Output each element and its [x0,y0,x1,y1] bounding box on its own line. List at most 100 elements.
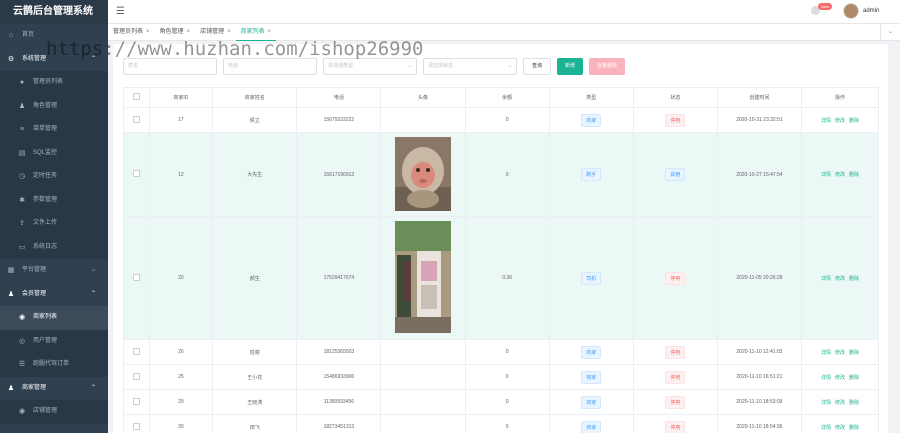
close-icon[interactable]: × [187,29,191,35]
merchant-status: 停用 [632,389,718,415]
delete-button[interactable]: 删除 [849,375,859,381]
close-icon[interactable]: × [227,29,231,35]
row-checkbox[interactable] [132,372,140,380]
row-checkbox[interactable] [132,347,140,355]
sidebar-item[interactable]: ◉ 商家列表 [0,306,108,330]
detail-button[interactable]: 详情 [821,172,831,178]
batch-delete-button[interactable]: 批量删除 [589,58,626,75]
merchant-phone: 15617190913 [296,132,382,217]
merchant-phone: 18273451313 [296,414,382,433]
column-header: 商家ID [148,87,214,108]
row-checkbox[interactable] [132,115,140,123]
sidebar-item[interactable]: ≡ 菜单管理 [0,118,108,142]
edit-button[interactable]: 修改 [835,172,845,178]
merchant-phone: 11360593456 [296,389,382,415]
select-all-checkbox[interactable] [132,93,140,100]
sidebar-item[interactable]: ◎ 用户管理 [0,329,108,353]
edit-button[interactable]: 修改 [835,425,845,431]
shop-icon: ◉ [18,314,26,321]
merchant-id: 17 [148,107,214,133]
row-checkbox[interactable] [132,273,140,281]
row-checkbox[interactable] [132,397,140,405]
delete-button[interactable]: 删除 [849,118,859,124]
sidebar-item[interactable]: ▦ 平台管理 ⌄ [0,259,108,283]
status-tag: 停用 [665,113,686,127]
merchant-avatar [380,107,466,133]
row-select-cell [123,364,150,390]
merchant-balance: 0 [464,107,550,133]
sidebar-item[interactable]: ▤ SQL监控 [0,141,108,165]
merchant-name: 侯立 [212,107,298,133]
settings-icon: ✱ [19,196,25,204]
detail-button[interactable]: 详情 [821,276,831,282]
edit-button[interactable]: 修改 [835,276,845,282]
phone-input[interactable]: 电话 [223,58,317,75]
sidebar-menu: ⌂ 首页 ⚙ 系统管理 ⌃ ● 管理员列表 ♟ 角色管理 ≡ 菜单管理 ▤ SQL监控 ◷ 定时任务 ✱ 参数管… [0,24,108,424]
delete-button[interactable]: 删除 [849,172,859,178]
add-button[interactable]: 新增 [557,58,584,75]
row-actions: 详情 修改 删除 [801,216,879,340]
edit-button[interactable]: 修改 [835,400,845,406]
merchant-avatar [380,389,466,415]
store-icon: ♟ [7,384,15,392]
sidebar-item-label: 系统日志 [33,243,58,250]
status-tag: 停用 [665,420,686,433]
delete-button[interactable]: 删除 [849,425,859,431]
column-header: 操作 [801,87,879,108]
row-select-cell [123,132,150,217]
sidebar-item[interactable]: ⇪ 文件上传 [0,212,108,236]
merchant-status: 启用 [632,132,718,217]
close-icon[interactable]: × [146,29,150,35]
avatar-photo-street [395,221,451,333]
type-select[interactable]: 请选择类型 ⌄ [323,58,417,75]
menu-icon: ≡ [19,126,25,133]
name-input[interactable]: 姓名 [123,58,217,75]
sidebar-item-label: 商家管理 [22,384,47,391]
row-checkbox[interactable] [132,170,140,177]
search-button[interactable]: 查询 [523,58,552,75]
close-icon[interactable]: × [268,29,272,35]
sidebar-item[interactable]: ▭ 系统日志 [0,235,108,259]
table-row: 25 王小花 15486933906 0 商家 停用 2020-11-10 16:51:21… [123,364,879,390]
sidebar-item[interactable]: ♟ 商家管理 ⌃ [0,376,108,400]
hamburger-icon[interactable]: ☰ [116,6,125,17]
delete-button[interactable]: 删除 [849,350,859,356]
detail-button[interactable]: 详情 [821,375,831,381]
sidebar-item[interactable]: ♟ 角色管理 [0,94,108,118]
edit-button[interactable]: 修改 [835,118,845,124]
phone-input-placeholder: 电话 [228,63,239,69]
detail-button[interactable]: 详情 [821,118,831,124]
merchant-status: 停用 [632,339,718,365]
avatar-photo-monkey [395,136,451,211]
sidebar-item-label: 会员管理 [22,290,47,297]
row-select-cell [123,414,150,433]
status-select[interactable]: 请选择状态 ⌄ [423,58,517,75]
edit-button[interactable]: 修改 [835,350,845,356]
type-tag: 商家 [581,370,602,384]
delete-button[interactable]: 删除 [849,400,859,406]
user-avatar[interactable] [843,3,859,19]
row-actions: 详情 修改 删除 [801,364,879,390]
tabs-dropdown-icon[interactable]: ⌄ [880,24,900,41]
sidebar-item-label: 商家列表 [33,314,58,320]
merchant-balance: 0 [464,364,550,390]
detail-button[interactable]: 详情 [821,350,831,356]
sidebar-item[interactable]: ● 管理员列表 [0,71,108,95]
sidebar-item[interactable]: ♟ 会员管理 ⌃ [0,282,108,306]
detail-button[interactable]: 详情 [821,425,831,431]
delete-button[interactable]: 删除 [849,276,859,282]
row-checkbox[interactable] [132,422,140,430]
table-header-row: 商家ID 商家姓名 电话 头像 余额 类型 状态 创建时间 操作 [123,87,879,108]
row-select-cell [123,339,150,365]
select-all-cell [123,87,150,108]
sidebar-item[interactable]: ☰ 跑腿代驾订单 [0,353,108,377]
sidebar: 云鹊后台管理系统 ⌂ 首页 ⚙ 系统管理 ⌃ ● 管理员列表 ♟ 角色管理 ≡ 菜单管理 ▤ SQL监控… [0,0,108,433]
detail-button[interactable]: 详情 [821,400,831,406]
sidebar-item[interactable]: ✱ 参数管理 [0,188,108,212]
member-icon: ♟ [7,290,15,298]
sidebar-item[interactable]: ◉ 店铺管理 [0,400,108,424]
merchant-status: 停用 [632,414,718,433]
sidebar-item[interactable]: ◷ 定时任务 [0,165,108,189]
edit-button[interactable]: 修改 [835,375,845,381]
username[interactable]: admin [863,8,879,14]
